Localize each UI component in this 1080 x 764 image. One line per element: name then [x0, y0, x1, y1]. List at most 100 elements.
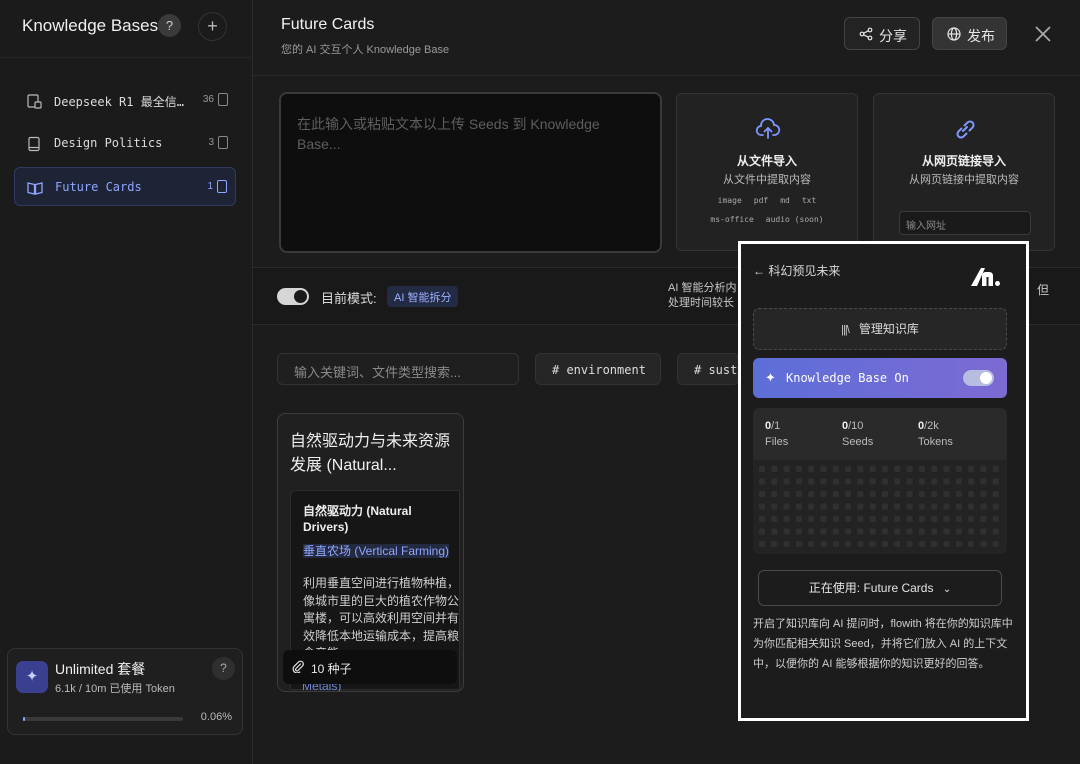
grid-dot: [992, 503, 999, 510]
grid-dot: [759, 466, 765, 472]
grid-dot: [845, 541, 852, 547]
sidebar-item-deepseek[interactable]: Deepseek R1 最全信… 36: [14, 81, 236, 120]
grid-dot: [795, 466, 802, 472]
sidebar-item-future-cards[interactable]: Future Cards 1: [14, 167, 236, 206]
manage-knowledge-base-button[interactable]: |||\ 管理知识库: [753, 308, 1007, 350]
seed-heading: 自然驱动力 (Natural Drivers): [303, 504, 412, 534]
grid-dot: [820, 528, 827, 535]
grid-dot: [759, 478, 765, 485]
chevron-down-icon: ⌄: [942, 584, 952, 595]
share-button[interactable]: 分享: [844, 17, 920, 50]
publish-button[interactable]: 发布: [932, 17, 1007, 50]
grid-dot: [906, 491, 913, 497]
back-button[interactable]: ← 科幻预见未来: [753, 262, 840, 279]
grid-dot: [820, 466, 827, 472]
grid-dot: [832, 503, 839, 510]
grid-dot: [992, 491, 999, 497]
seed-text-input[interactable]: 在此输入或粘贴文本以上传 Seeds 到 Knowledge Base...: [279, 92, 662, 253]
sidebar-item-label: Design Politics: [54, 136, 163, 150]
share-label: 分享: [879, 28, 907, 44]
search-input[interactable]: 输入关键词、文件类型搜索...: [277, 353, 519, 385]
grid-dot: [943, 466, 950, 472]
file-type-tags: image pdf md txt: [677, 196, 857, 205]
publish-label: 发布: [967, 28, 995, 44]
grid-dot: [869, 491, 876, 497]
seed-count-badge: 10 种子: [283, 650, 457, 684]
grid-dot: [771, 491, 778, 497]
close-icon[interactable]: [1033, 24, 1053, 44]
grid-dot: [759, 516, 765, 522]
grid-dot: [955, 491, 962, 497]
grid-dot: [918, 478, 925, 485]
help-icon[interactable]: ?: [158, 14, 181, 37]
grid-dot: [832, 528, 839, 535]
knowledge-base-label: Knowledge Base On: [786, 371, 909, 385]
grid-dot: [795, 503, 802, 510]
grid-dot: [931, 516, 938, 522]
document-icon: [218, 93, 228, 106]
grid-dot: [992, 478, 999, 485]
knowledge-base-toggle[interactable]: [963, 370, 994, 386]
seed-card[interactable]: 自然驱动力与未来资源发展 (Natural... 自然驱动力 (Natural …: [277, 413, 464, 692]
grid-dot: [783, 478, 790, 485]
file-type-tags: ms-office audio (soon): [677, 215, 857, 224]
stat-label: Tokens: [918, 436, 953, 448]
page-subtitle: 您的 AI 交互个人 Knowledge Base: [281, 44, 450, 56]
help-icon[interactable]: ?: [212, 657, 235, 680]
knowledge-base-toggle-row[interactable]: ✦ Knowledge Base On: [753, 358, 1007, 398]
grid-dot: [771, 478, 778, 485]
cloud-upload-icon: [755, 118, 781, 139]
sidebar-title: Knowledge Bases: [22, 16, 159, 35]
grid-dot: [857, 478, 864, 485]
grid-dot: [808, 541, 815, 547]
grid-dot: [894, 478, 901, 485]
grid-dot: [832, 478, 839, 485]
grid-dot: [808, 491, 815, 497]
file-type-tag: pdf: [753, 196, 769, 205]
grid-dot: [783, 541, 790, 547]
url-input[interactable]: 输入网址: [899, 211, 1031, 235]
grid-dot: [795, 528, 802, 535]
grid-dot: [943, 503, 950, 510]
grid-dot: [943, 541, 950, 547]
grid-dot: [857, 491, 864, 497]
sidebar-item-design-politics[interactable]: Design Politics 3: [14, 124, 236, 163]
tag-filter[interactable]: # environment: [535, 353, 661, 385]
grid-dot: [759, 541, 765, 547]
grid-dot: [771, 466, 778, 472]
grid-dot: [968, 528, 975, 535]
document-icon: [217, 180, 227, 193]
grid-dot: [918, 528, 925, 535]
grid-dot: [955, 466, 962, 472]
active-knowledge-base-select[interactable]: 正在使用: Future Cards ⌄: [758, 570, 1002, 606]
seed-highlight-text: 垂直农场 (Vertical Farming): [303, 544, 450, 558]
book-ai-icon: [27, 94, 42, 109]
grid-dot: [771, 541, 778, 547]
sidebar-item-label: Future Cards: [55, 180, 142, 194]
stat-label: Seeds: [842, 436, 874, 448]
grid-dot: [894, 491, 901, 497]
grid-dot: [931, 541, 938, 547]
grid-dot: [968, 516, 975, 522]
link-icon: [956, 120, 975, 139]
grid-dot: [955, 503, 962, 510]
divider: [253, 75, 1080, 76]
import-from-url-card[interactable]: 从网页链接导入 从网页链接中提取内容 输入网址: [873, 93, 1055, 251]
add-knowledge-base-button[interactable]: +: [198, 12, 227, 41]
grid-dot: [832, 541, 839, 547]
grid-dot: [918, 541, 925, 547]
import-url-title: 从网页链接导入: [921, 154, 1006, 168]
grid-dot: [906, 466, 913, 472]
import-from-file-card[interactable]: 从文件导入 从文件中提取内容 image pdf md txt ms-office au…: [676, 93, 858, 251]
grid-dot: [894, 503, 901, 510]
grid-dot: [857, 516, 864, 522]
grid-dot: [869, 516, 876, 522]
file-type-tag: txt: [801, 196, 817, 205]
mode-toggle[interactable]: [277, 288, 309, 305]
tag-filter[interactable]: # sust: [677, 353, 739, 385]
mode-badge[interactable]: AI 智能拆分: [387, 286, 459, 307]
grid-dot: [955, 478, 962, 485]
grid-dot: [931, 503, 938, 510]
grid-dot: [857, 466, 864, 472]
file-type-tag: ms-office: [710, 215, 754, 224]
